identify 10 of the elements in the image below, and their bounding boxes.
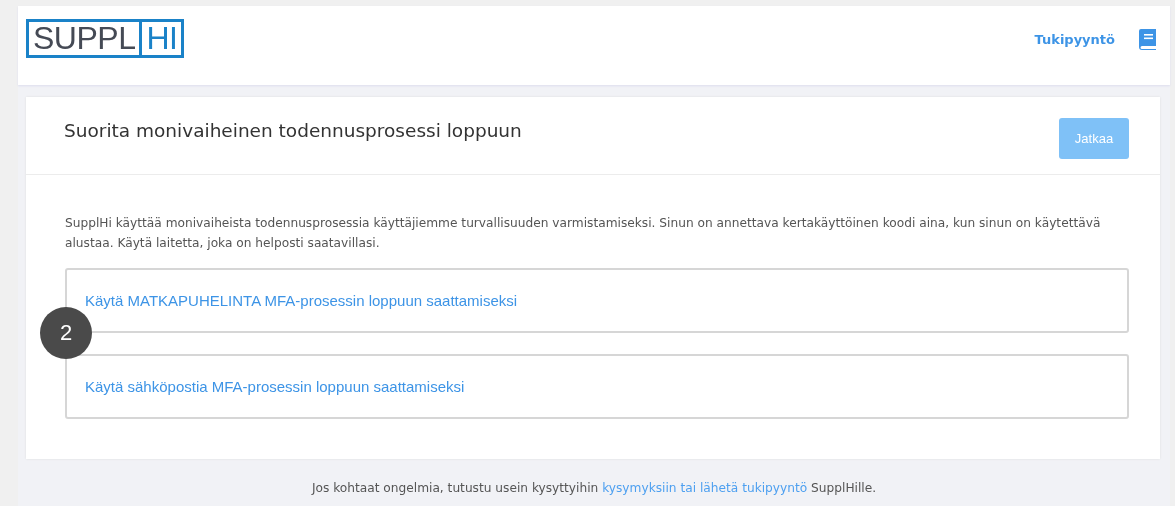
logo-text: SUPPL — [29, 22, 143, 55]
help-text: Jos kohtaat ongelmia, tutustu usein kysyttyihin kysymyksiin tai lähetä tukipyyntö SupplHille. — [310, 481, 878, 495]
option-button[interactable]: Käytä sähköpostia MFA-prosessin loppuun saattamiseksi — [65, 354, 1129, 419]
faq-link[interactable]: kysymyksiin tai lähetä tukipyyntö — [602, 481, 808, 495]
support-link[interactable]: Tukipyyntö — [1034, 32, 1115, 47]
logo-text: HI — [145, 22, 179, 55]
step-badge: 2 — [40, 307, 92, 359]
page-title: Suorita monivaiheinen todennusprosessi loppuun — [64, 120, 522, 141]
book-icon[interactable] — [1139, 29, 1156, 50]
description-text: SupplHi käyttää monivaiheista todennusprosessia käyttäjiemme turvallisuuden varmistamiseksi. Sinun on annettava kertakäyttöinen koodi aina, kun sinun on käytettävä alustaa. Käytä laitetta, joka on helposti saatavillasi. — [65, 215, 1102, 252]
